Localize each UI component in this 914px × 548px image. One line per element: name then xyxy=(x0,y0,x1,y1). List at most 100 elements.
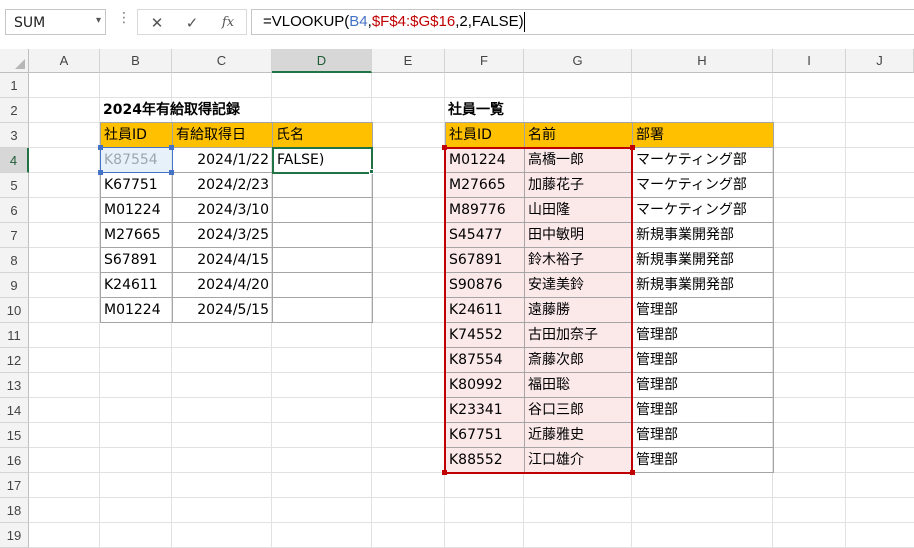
employee-dept-cell[interactable]: マーケティング部 xyxy=(632,172,774,198)
employee-dept-cell[interactable]: 管理部 xyxy=(632,347,774,373)
column-header-a[interactable]: A xyxy=(29,49,100,73)
chevron-down-icon[interactable]: ▾ xyxy=(96,15,101,26)
leave-header-cell[interactable]: 有給取得日 xyxy=(172,122,273,148)
employee-table-title[interactable]: 社員一覧 xyxy=(445,98,524,123)
select-all-triangle-icon xyxy=(15,59,25,69)
leave-name-cell[interactable] xyxy=(272,172,373,198)
leave-header-cell[interactable]: 氏名 xyxy=(272,122,373,148)
column-header-i[interactable]: I xyxy=(773,49,846,73)
active-edit-cell[interactable]: FALSE) xyxy=(272,147,373,174)
row-header-7[interactable]: 7 xyxy=(0,223,29,248)
employee-dept-cell[interactable]: 管理部 xyxy=(632,447,774,473)
leave-name-cell[interactable] xyxy=(272,247,373,273)
leave-id-cell[interactable]: S67891 xyxy=(100,247,173,273)
row-header-4[interactable]: 4 xyxy=(0,148,29,173)
row-header-11[interactable]: 11 xyxy=(0,323,29,348)
leave-date-cell[interactable]: 2024/4/20 xyxy=(172,272,273,298)
leave-date-cell[interactable]: 2024/2/23 xyxy=(172,172,273,198)
employee-header-cell[interactable]: 社員ID xyxy=(445,122,525,148)
leave-id-cell[interactable]: M27665 xyxy=(100,222,173,248)
leave-date-cell[interactable]: 2024/3/25 xyxy=(172,222,273,248)
reference-handle[interactable] xyxy=(630,470,635,475)
row-header-13[interactable]: 13 xyxy=(0,373,29,398)
column-header-d[interactable]: D xyxy=(272,49,372,73)
leave-date-cell[interactable]: 2024/1/22 xyxy=(172,147,273,173)
row-header-10[interactable]: 10 xyxy=(0,298,29,323)
row-header-2[interactable]: 2 xyxy=(0,98,29,123)
formula-bar: SUM ▾ ⋮ ✕ ✓ fx =VLOOKUP(B4,$F$4:$G$16,2,… xyxy=(0,0,914,44)
row-header-6[interactable]: 6 xyxy=(0,198,29,223)
worksheet-grid[interactable]: ABCDEFGHIJ 1 2 3 4 5 6 7 8 9 10 11 12 13 14 15 16 17 18 19… xyxy=(0,49,914,548)
text-caret xyxy=(524,12,525,32)
employee-header-cell[interactable]: 名前 xyxy=(524,122,633,148)
leave-id-cell[interactable]: M01224 xyxy=(100,197,173,223)
column-header-h[interactable]: H xyxy=(632,49,773,73)
employee-dept-cell[interactable]: 管理部 xyxy=(632,422,774,448)
leave-name-cell[interactable] xyxy=(272,297,373,323)
formula-buttons: ✕ ✓ fx xyxy=(137,9,247,35)
row-header-18[interactable]: 18 xyxy=(0,498,29,523)
employee-dept-cell[interactable]: 新規事業開発部 xyxy=(632,222,774,248)
employee-dept-cell[interactable]: 新規事業開発部 xyxy=(632,272,774,298)
formula-ref-range: $F$4:$G$16 xyxy=(371,13,456,30)
employee-dept-cell[interactable]: 管理部 xyxy=(632,322,774,348)
reference-handle[interactable] xyxy=(442,470,447,475)
leave-date-cell[interactable]: 2024/3/10 xyxy=(172,197,273,223)
leave-header-cell[interactable]: 社員ID xyxy=(100,122,173,148)
gridline-h xyxy=(29,522,914,523)
column-header-c[interactable]: C xyxy=(172,49,272,73)
row-header-15[interactable]: 15 xyxy=(0,423,29,448)
column-header-j[interactable]: J xyxy=(846,49,914,73)
leave-date-cell[interactable]: 2024/5/15 xyxy=(172,297,273,323)
leave-name-cell[interactable] xyxy=(272,272,373,298)
employee-dept-cell[interactable]: マーケティング部 xyxy=(632,197,774,223)
row-header-14[interactable]: 14 xyxy=(0,398,29,423)
formula-input[interactable]: =VLOOKUP(B4,$F$4:$G$16,2,FALSE) xyxy=(251,9,914,35)
fill-handle[interactable] xyxy=(369,169,374,174)
column-header-f[interactable]: F xyxy=(445,49,524,73)
reference-handle[interactable] xyxy=(169,145,174,150)
function-icon[interactable]: fx xyxy=(215,13,241,33)
column-header-b[interactable]: B xyxy=(100,49,172,73)
reference-range-highlight xyxy=(444,147,633,474)
column-header-e[interactable]: E xyxy=(372,49,445,73)
leave-id-cell[interactable]: K67751 xyxy=(100,172,173,198)
employee-dept-cell[interactable]: 管理部 xyxy=(632,372,774,398)
reference-handle[interactable] xyxy=(169,170,174,175)
reference-handle[interactable] xyxy=(98,170,103,175)
row-header-3[interactable]: 3 xyxy=(0,123,29,148)
leave-name-cell[interactable] xyxy=(272,222,373,248)
employee-dept-cell[interactable]: 新規事業開発部 xyxy=(632,247,774,273)
more-dots-icon[interactable]: ⋮ xyxy=(117,10,131,26)
select-all-corner[interactable] xyxy=(0,49,29,73)
reference-handle[interactable] xyxy=(98,145,103,150)
leave-name-cell[interactable] xyxy=(272,197,373,223)
row-header-5[interactable]: 5 xyxy=(0,173,29,198)
row-header-8[interactable]: 8 xyxy=(0,248,29,273)
formula-text: =VLOOKUP(B4,$F$4:$G$16,2,FALSE) xyxy=(263,13,524,30)
row-header-12[interactable]: 12 xyxy=(0,348,29,373)
enter-icon[interactable]: ✓ xyxy=(179,13,205,33)
reference-handle[interactable] xyxy=(442,145,447,150)
leave-id-cell[interactable]: K24611 xyxy=(100,272,173,298)
reference-handle[interactable] xyxy=(630,145,635,150)
formula-suffix: ,2,FALSE) xyxy=(455,13,524,30)
cancel-icon[interactable]: ✕ xyxy=(144,13,170,33)
row-header-9[interactable]: 9 xyxy=(0,273,29,298)
employee-dept-cell[interactable]: マーケティング部 xyxy=(632,147,774,173)
row-header-16[interactable]: 16 xyxy=(0,448,29,473)
name-box[interactable]: SUM ▾ xyxy=(5,9,106,35)
leave-date-cell[interactable]: 2024/4/15 xyxy=(172,247,273,273)
row-header-17[interactable]: 17 xyxy=(0,473,29,498)
row-header-19[interactable]: 19 xyxy=(0,523,29,548)
employee-dept-cell[interactable]: 管理部 xyxy=(632,297,774,323)
row-header-1[interactable]: 1 xyxy=(0,73,29,98)
employee-header-cell[interactable]: 部署 xyxy=(632,122,774,148)
formula-ref-b4: B4 xyxy=(349,13,368,30)
leave-id-cell[interactable]: M01224 xyxy=(100,297,173,323)
name-box-value: SUM xyxy=(14,15,46,31)
employee-dept-cell[interactable]: 管理部 xyxy=(632,397,774,423)
column-header-g[interactable]: G xyxy=(524,49,632,73)
leave-table-title[interactable]: 2024年有給取得記録 xyxy=(100,98,272,123)
gridline-v xyxy=(845,73,846,548)
